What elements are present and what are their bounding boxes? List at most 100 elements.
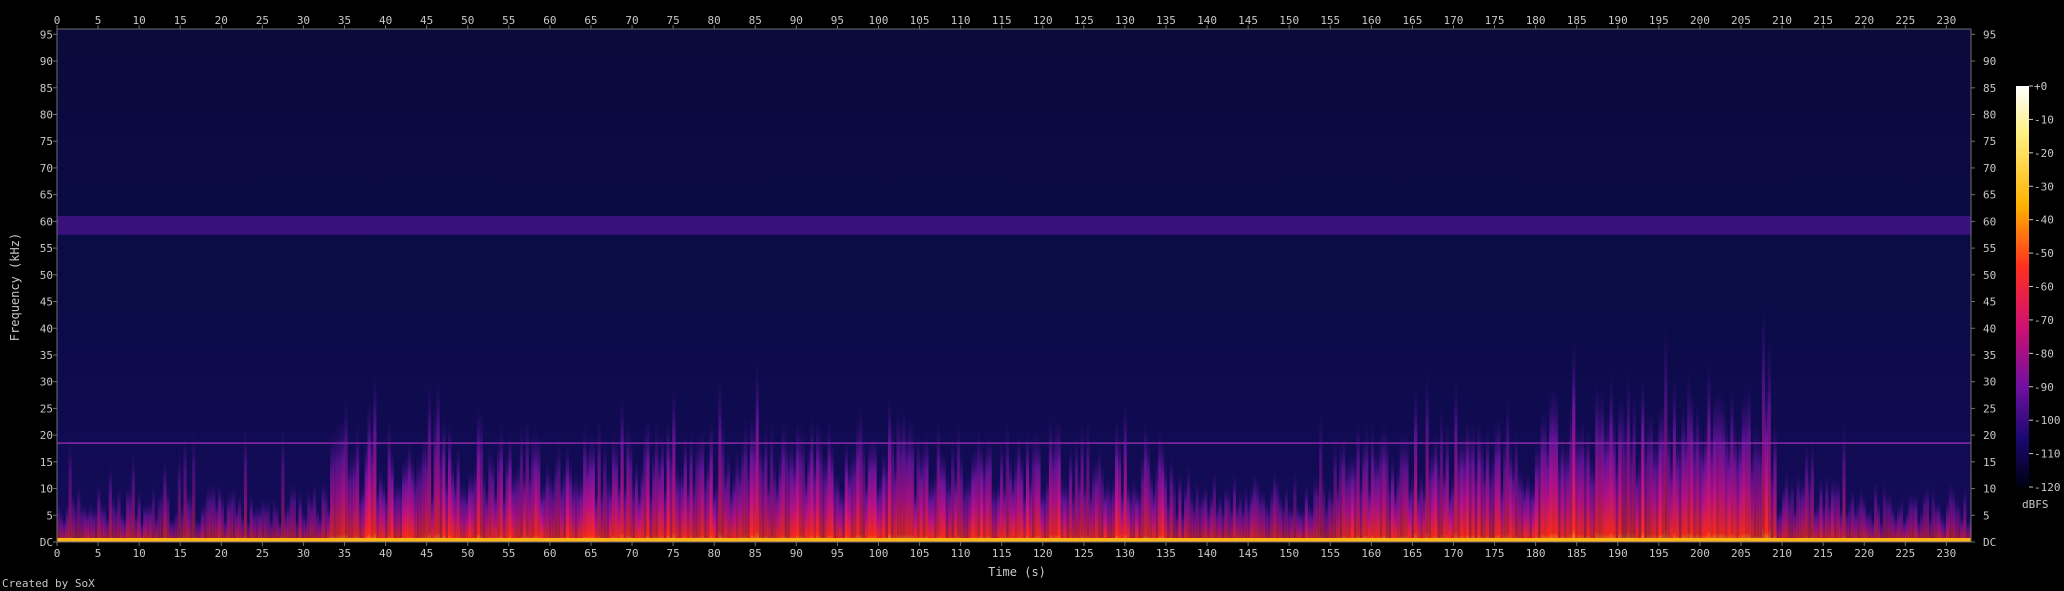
spectrum-column — [338, 419, 342, 542]
spectrum-column — [410, 453, 414, 542]
spectrum-column — [810, 416, 814, 542]
spectrum-column — [496, 436, 501, 542]
spectrum-column — [186, 489, 190, 542]
spectrum-column — [1546, 430, 1550, 542]
spectrum-column — [1419, 469, 1424, 542]
spectrum-column — [1094, 457, 1099, 542]
spectrum-column — [1077, 469, 1081, 542]
y-tick-label-left: 40 — [40, 322, 53, 335]
spectrum-column — [1293, 467, 1297, 542]
spectrum-column — [335, 422, 340, 542]
spectrum-column — [600, 484, 604, 542]
spectrum-column — [1109, 484, 1113, 542]
spectrum-column — [1511, 457, 1516, 542]
spectrum-column — [1152, 483, 1156, 542]
spectrum-column — [1862, 495, 1866, 542]
spectrum-column — [200, 504, 204, 542]
spectrum-column — [473, 458, 478, 542]
spectrum-column — [301, 508, 305, 542]
colorbar-tick-label: -10 — [2034, 113, 2054, 126]
spectrum-column — [1819, 476, 1823, 542]
spectrum-column — [393, 481, 397, 542]
spectrum-column — [928, 480, 932, 542]
spectrum-column — [531, 427, 535, 542]
spectrum-column — [899, 418, 903, 542]
spectrum-column — [298, 489, 302, 542]
spectrum-column — [1385, 429, 1389, 542]
spectrum-column — [1368, 479, 1372, 542]
y-tick-label-right: 65 — [1983, 189, 1996, 202]
x-tick-label-bottom: 215 — [1813, 547, 1833, 560]
x-tick-label-bottom: 225 — [1895, 547, 1915, 560]
spectrum-column — [683, 430, 687, 542]
spectrum-column — [1692, 421, 1697, 542]
spectrum-column — [652, 445, 656, 542]
spectrum-column — [1370, 423, 1375, 542]
spectrum-column — [491, 453, 495, 542]
spectrum-column — [1080, 420, 1084, 542]
spectrum-column — [1833, 475, 1838, 542]
spectrum-column — [948, 475, 952, 542]
spectrum-column — [577, 479, 581, 542]
spectrum-column — [1250, 485, 1254, 542]
spectrum-column — [882, 448, 886, 542]
spectrum-column — [1865, 508, 1869, 542]
spectrum-column — [1937, 500, 1941, 542]
spectrum-column — [1146, 434, 1150, 542]
spectrum-column — [1028, 470, 1032, 542]
spectrum-column — [1454, 375, 1458, 542]
spectrum-column — [672, 381, 676, 542]
spectrum-column — [887, 394, 892, 542]
spectrum-column — [1741, 391, 1746, 542]
spectrum-column — [189, 489, 193, 542]
y-tick-label-right: 55 — [1983, 242, 1996, 255]
spectrum-column — [606, 472, 610, 542]
x-tick-label-top: 185 — [1567, 14, 1587, 27]
spectrum-column — [545, 460, 549, 542]
spectrum-column — [1531, 482, 1536, 542]
spectrum-column — [726, 447, 731, 542]
spectrum-column — [65, 503, 69, 542]
x-tick-label-top: 210 — [1772, 14, 1792, 27]
spectrum-column — [801, 429, 805, 542]
spectrum-column — [1281, 501, 1285, 542]
spectrum-column — [1135, 486, 1139, 542]
x-tick-label-top: 115 — [992, 14, 1012, 27]
spectrum-column — [1485, 426, 1490, 542]
spectrum-column — [1149, 466, 1153, 542]
spectrum-column — [1011, 474, 1015, 542]
spectrum-column — [1422, 482, 1426, 542]
spectrum-column — [1701, 435, 1705, 542]
spectrum-column — [1212, 467, 1216, 542]
spectrum-column — [1825, 471, 1829, 542]
spectrum-column — [761, 449, 765, 542]
spectrum-column — [678, 466, 682, 542]
y-tick-label-left: 50 — [40, 269, 53, 282]
spectrum-column — [1333, 434, 1337, 542]
colorbar-tick-label: -70 — [2034, 314, 2054, 327]
spectrum-column — [1931, 483, 1935, 542]
spectrum-column — [1793, 504, 1797, 542]
x-tick-label-bottom: 125 — [1074, 547, 1094, 560]
spectrum-column — [384, 487, 388, 542]
x-tick-label-bottom: 60 — [543, 547, 556, 560]
spectrum-column — [804, 471, 808, 542]
spectrum-column — [933, 468, 938, 542]
spectrum-column — [1267, 503, 1271, 542]
spectrum-column — [304, 513, 308, 542]
spectrum-column — [1241, 504, 1245, 542]
spectrum-column — [241, 513, 245, 542]
spectrum-column — [1621, 391, 1625, 542]
spectrum-column — [1207, 504, 1211, 542]
spectrum-column — [1069, 442, 1073, 542]
spectrum-column — [1738, 424, 1743, 542]
spectrum-column — [580, 474, 584, 542]
spectrum-column — [893, 453, 897, 542]
spectrum-column — [1106, 476, 1110, 542]
spectrum-column — [137, 489, 141, 542]
spectrum-column — [1687, 368, 1691, 542]
spectrum-column — [1540, 408, 1544, 542]
spectrum-column — [266, 498, 271, 542]
x-tick-label-top: 190 — [1608, 14, 1628, 27]
spectrum-column — [620, 395, 624, 542]
